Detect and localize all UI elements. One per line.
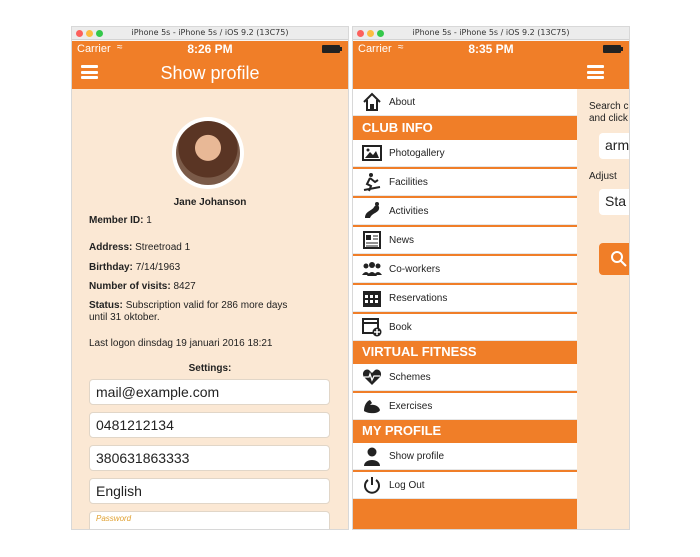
menu-label: Show profile	[389, 450, 445, 462]
nav-bar: Show profile	[72, 57, 348, 89]
photo-icon	[362, 143, 382, 163]
menu-label: Facilities	[389, 176, 428, 188]
muscle-arm-icon	[362, 396, 382, 416]
menu-item-facilities[interactable]: Facilities	[353, 169, 577, 196]
section-header-virtual-fitness: VIRTUAL FITNESS	[353, 341, 577, 363]
adjust-select[interactable]: Sta	[599, 189, 629, 215]
menu-label: Activities	[389, 205, 429, 217]
avatar	[172, 117, 244, 189]
menu-label: Log Out	[389, 479, 425, 491]
side-menu: About CLUB INFO Photogallery Facilities …	[353, 89, 577, 529]
member-id-row: Member ID: 1	[89, 215, 152, 227]
menu-label: Schemes	[389, 371, 431, 383]
address-row: Address: Streetroad 1	[89, 242, 190, 254]
birthday-label: Birthday:	[89, 262, 133, 273]
phone-field-2[interactable]: 380631863333	[89, 445, 330, 471]
home-icon	[362, 92, 382, 112]
status-line-1: Subscription valid for 286 more days	[125, 300, 288, 311]
simulator-window-left: iPhone 5s - iPhone 5s / iOS 9.2 (13C75) …	[71, 26, 349, 530]
language-field[interactable]: English	[89, 478, 330, 504]
birthday-value: 7/14/1963	[135, 262, 181, 273]
user-icon	[362, 446, 382, 466]
status-bar: Carrier ≈ 8:35 PM	[353, 41, 629, 57]
menu-label: About	[389, 96, 416, 108]
visits-row: Number of visits: 8427	[89, 281, 196, 293]
calendar-icon	[362, 288, 382, 308]
window-title: iPhone 5s - iPhone 5s / iOS 9.2 (13C75)	[412, 28, 570, 37]
menu-item-activities[interactable]: Activities	[353, 198, 577, 225]
nav-bar	[353, 57, 629, 89]
menu-item-exercises[interactable]: Exercises	[353, 393, 577, 420]
status-time: 8:26 PM	[187, 42, 233, 56]
battery-icon	[322, 45, 342, 53]
status-time: 8:35 PM	[468, 42, 514, 56]
menu-label: Co-workers	[389, 263, 441, 275]
menu-item-book[interactable]: Book	[353, 314, 577, 341]
page-title: Show profile	[160, 63, 260, 83]
window-titlebar: iPhone 5s - iPhone 5s / iOS 9.2 (13C75)	[353, 27, 629, 40]
settings-heading: Settings:	[188, 363, 232, 374]
menu-item-log-out[interactable]: Log Out	[353, 472, 577, 499]
email-field[interactable]: mail@example.com	[89, 379, 330, 405]
window-title: iPhone 5s - iPhone 5s / iOS 9.2 (13C75)	[131, 28, 289, 37]
window-titlebar: iPhone 5s - iPhone 5s / iOS 9.2 (13C75)	[72, 27, 348, 40]
address-label: Address:	[89, 242, 133, 253]
search-hint-line-1: Search c	[589, 101, 629, 112]
menu-label: Photogallery	[389, 147, 445, 159]
status-line-2: until 31 oktober.	[89, 312, 160, 323]
section-header-my-profile: MY PROFILE	[353, 420, 577, 442]
address-value: Streetroad 1	[135, 242, 191, 253]
menu-label: Exercises	[389, 400, 433, 412]
simulator-window-right: iPhone 5s - iPhone 5s / iOS 9.2 (13C75) …	[352, 26, 630, 530]
status-label: Status:	[89, 300, 123, 311]
visits-value: 8427	[173, 281, 196, 292]
search-input[interactable]: arm	[599, 133, 629, 159]
menu-item-show-profile[interactable]: Show profile	[353, 443, 577, 470]
password-field[interactable]: Password	[89, 511, 330, 529]
background-page: Search c and click arm Adjust Sta	[577, 89, 629, 529]
visits-label: Number of visits:	[89, 281, 171, 292]
people-icon	[362, 259, 382, 279]
menu-label: Book	[389, 321, 412, 333]
search-hint-line-2: and click	[589, 113, 628, 124]
birthday-row: Birthday: 7/14/1963	[89, 262, 180, 274]
menu-item-photogallery[interactable]: Photogallery	[353, 140, 577, 167]
hamburger-menu-icon[interactable]	[587, 65, 604, 79]
menu-item-schemes[interactable]: Schemes	[353, 364, 577, 391]
profile-name: Jane Johanson	[173, 197, 247, 208]
heart-pulse-icon	[362, 367, 382, 387]
menu-item-reservations[interactable]: Reservations	[353, 285, 577, 312]
phone-screen: Carrier ≈ 8:35 PM Search c and click arm…	[353, 41, 629, 529]
status-bar: Carrier ≈ 8:26 PM	[72, 41, 348, 57]
menu-item-about[interactable]: About	[353, 89, 577, 116]
phone-field-1[interactable]: 0481212134	[89, 412, 330, 438]
menu-item-coworkers[interactable]: Co-workers	[353, 256, 577, 283]
calendar-add-icon	[362, 317, 382, 337]
phone-screen: Carrier ≈ 8:26 PM Show profile Jane Joha…	[72, 41, 348, 529]
section-header-club-info: CLUB INFO	[353, 117, 577, 139]
member-id-label: Member ID:	[89, 215, 144, 226]
menu-item-news[interactable]: News	[353, 227, 577, 254]
member-id-value: 1	[146, 215, 152, 226]
activity-icon	[362, 201, 382, 221]
newspaper-icon	[362, 230, 382, 250]
adjust-label: Adjust	[589, 171, 617, 182]
search-button[interactable]	[599, 243, 629, 275]
status-row: Status: Subscription valid for 286 more …	[89, 300, 287, 324]
last-logon: Last logon dinsdag 19 januari 2016 18:21	[89, 338, 273, 349]
menu-label: News	[389, 234, 415, 246]
battery-icon	[603, 45, 623, 53]
power-icon	[362, 475, 382, 495]
treadmill-icon	[362, 172, 382, 192]
menu-label: Reservations	[389, 292, 448, 304]
profile-view: Jane Johanson Member ID: 1 Address: Stre…	[72, 89, 348, 529]
search-icon	[611, 251, 627, 267]
